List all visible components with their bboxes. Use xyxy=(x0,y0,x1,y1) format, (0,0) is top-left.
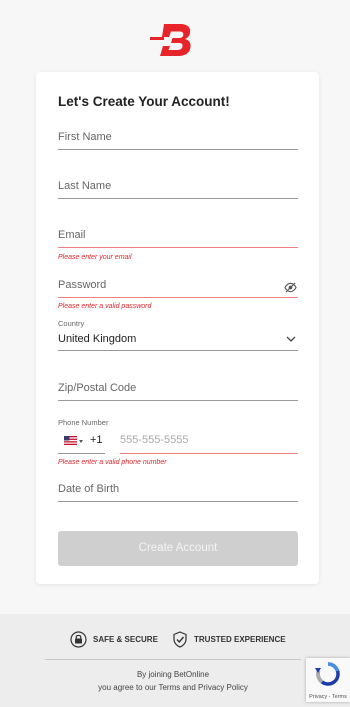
recaptcha-links[interactable]: Privacy - Terms xyxy=(306,694,350,700)
shield-check-icon xyxy=(173,630,187,648)
date-of-birth-field[interactable]: Date of Birth xyxy=(58,476,298,502)
phone-number-field[interactable]: 555-555-5555 xyxy=(120,430,298,454)
chevron-down-icon xyxy=(286,336,296,342)
trusted-experience-badge: TRUSTED EXPERIENCE xyxy=(172,630,286,648)
form-title: Let's Create Your Account! xyxy=(58,94,230,109)
first-name-placeholder: First Name xyxy=(58,131,112,143)
email-error: Please enter your email xyxy=(58,254,132,261)
country-select[interactable]: United Kingdom xyxy=(58,325,298,351)
password-error: Please enter a valid password xyxy=(58,303,152,310)
phone-error: Please enter a valid phone number xyxy=(58,459,167,466)
us-flag-icon xyxy=(64,436,77,445)
first-name-field[interactable]: First Name xyxy=(58,124,298,150)
recaptcha-badge[interactable]: Privacy - Terms xyxy=(306,658,350,702)
password-field[interactable]: Password xyxy=(58,272,298,298)
dial-code: +1 xyxy=(90,434,103,446)
recaptcha-icon xyxy=(315,662,340,686)
create-account-button[interactable]: Create Account xyxy=(58,531,298,566)
signup-card: Let's Create Your Account! First Name La… xyxy=(36,72,319,584)
hide-password-icon[interactable] xyxy=(284,282,297,293)
phone-placeholder: 555-555-5555 xyxy=(120,434,189,446)
phone-label: Phone Number xyxy=(58,418,109,427)
country-value: United Kingdom xyxy=(58,333,137,345)
zip-field[interactable]: Zip/Postal Code xyxy=(58,375,298,401)
terms-text[interactable]: you agree to our Terms and Privacy Polic… xyxy=(45,683,301,692)
last-name-placeholder: Last Name xyxy=(58,180,112,192)
joining-text: By joining BetOnline xyxy=(136,670,210,679)
lock-icon xyxy=(70,630,87,648)
email-placeholder: Email xyxy=(58,229,86,241)
trusted-experience-label: TRUSTED EXPERIENCE xyxy=(194,634,286,644)
betonline-logo[interactable] xyxy=(150,22,198,58)
footer-divider xyxy=(45,659,301,660)
zip-placeholder: Zip/Postal Code xyxy=(58,382,137,394)
email-field[interactable]: Email xyxy=(58,222,298,248)
last-name-field[interactable]: Last Name xyxy=(58,173,298,199)
dob-placeholder: Date of Birth xyxy=(58,483,120,495)
country-code-select[interactable]: +1 xyxy=(58,430,105,454)
caret-down-icon xyxy=(79,440,83,443)
safe-secure-label: SAFE & SECURE xyxy=(93,634,158,644)
footer: SAFE & SECURE TRUSTED EXPERIENCE By join… xyxy=(0,614,350,707)
safe-secure-badge: SAFE & SECURE xyxy=(70,630,158,648)
password-placeholder: Password xyxy=(58,279,107,291)
